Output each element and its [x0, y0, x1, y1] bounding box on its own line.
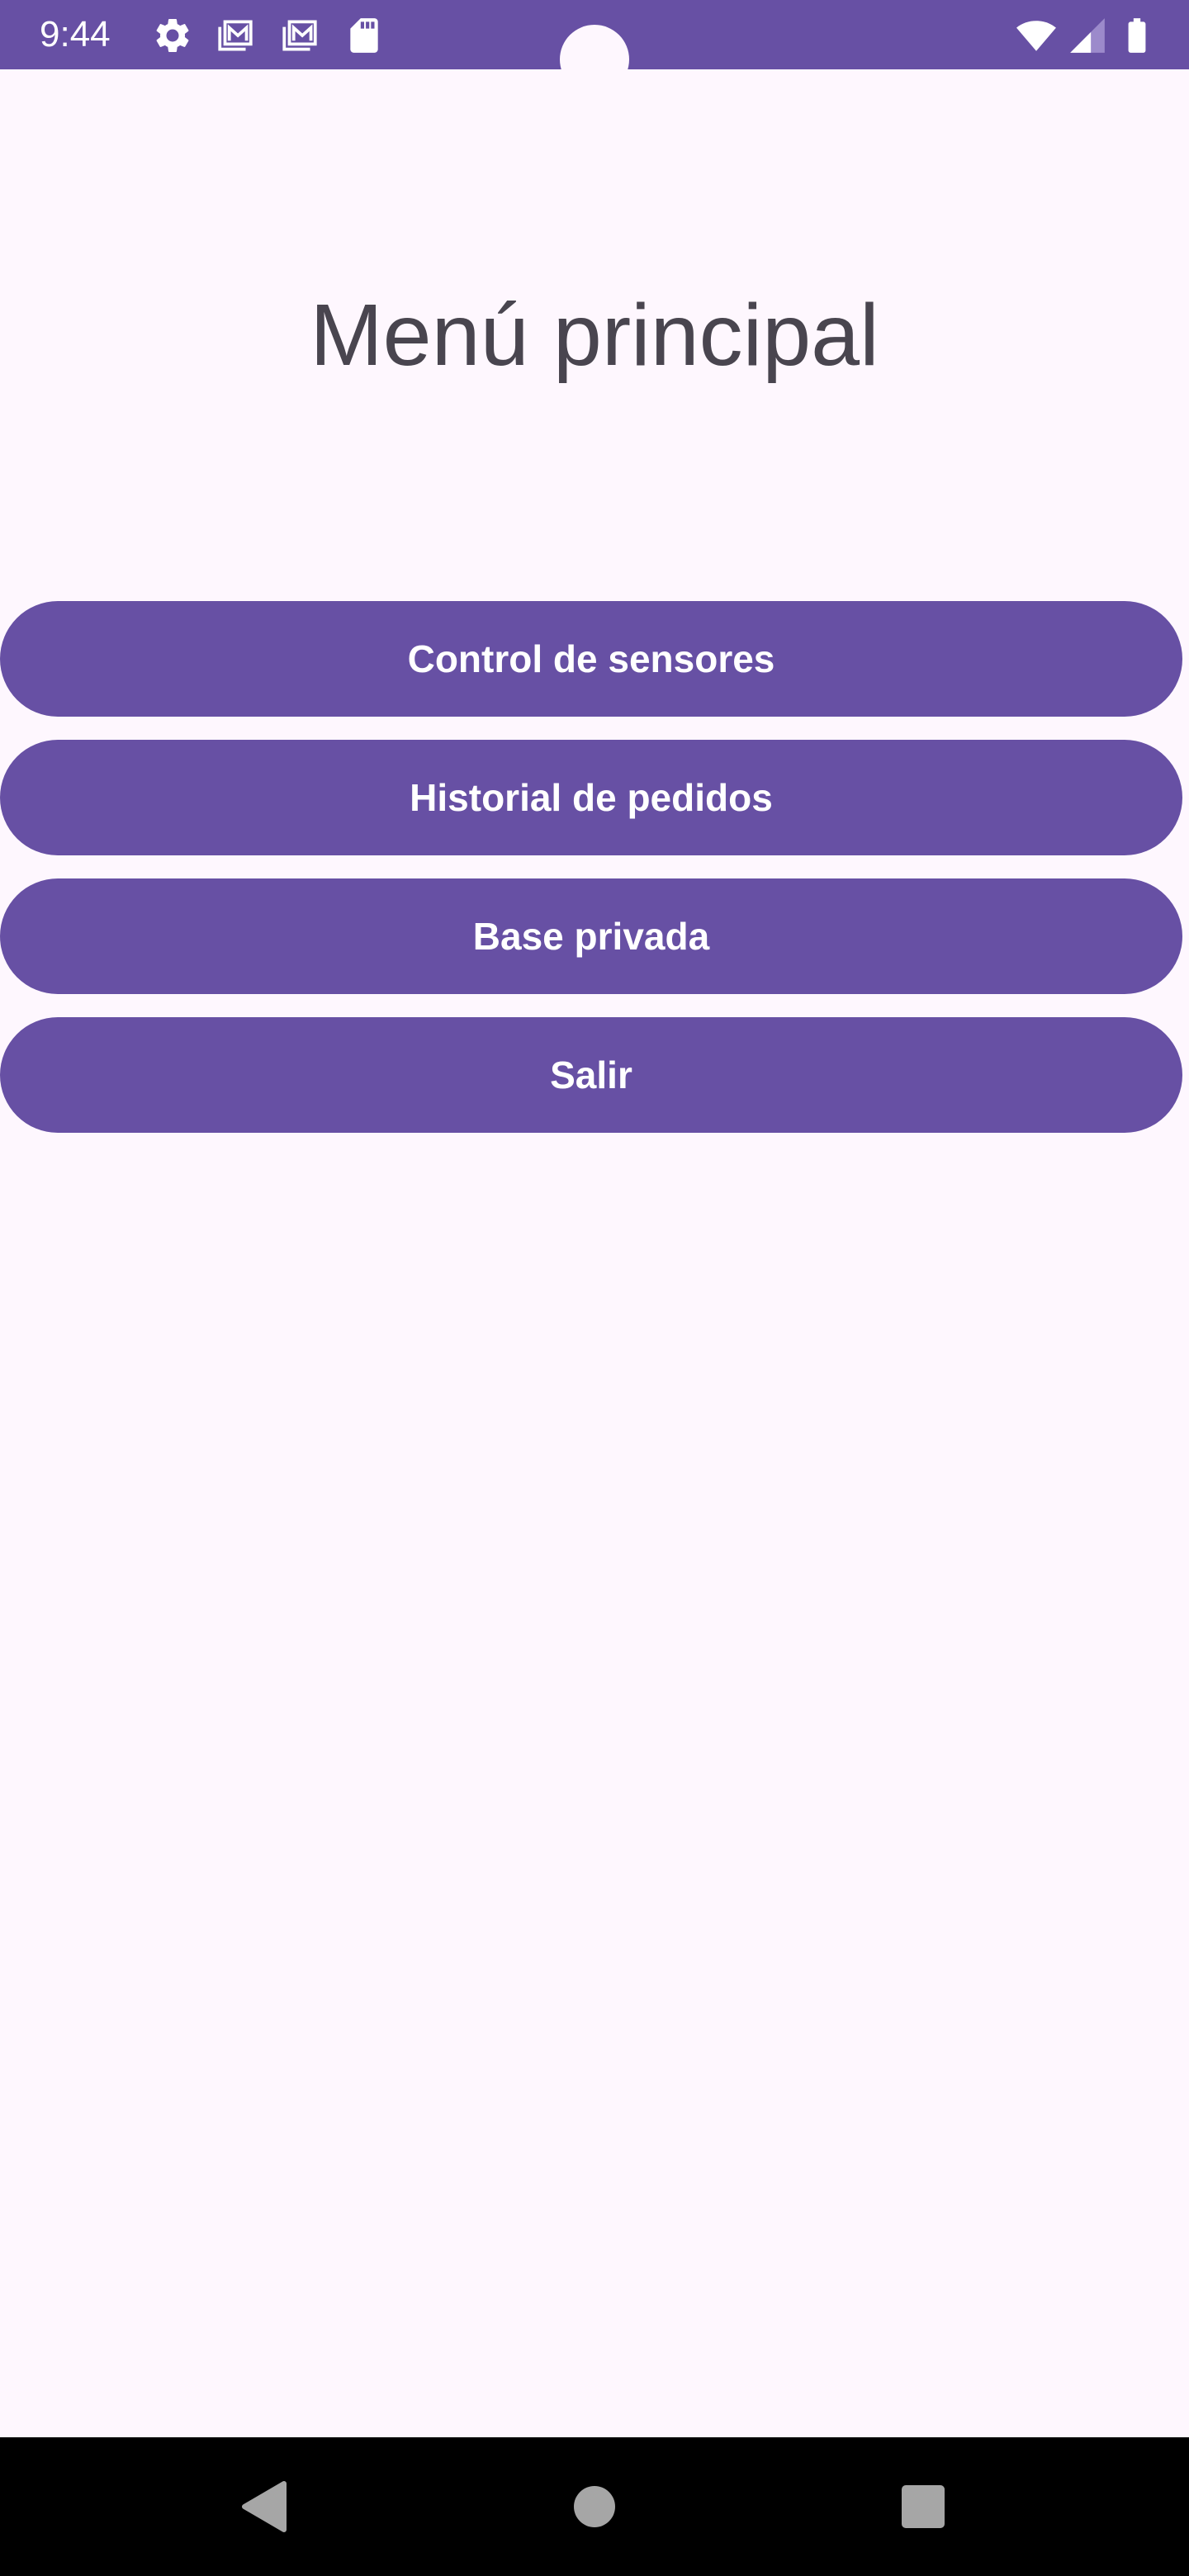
signal-icon	[1067, 15, 1108, 56]
camera-cutout	[560, 25, 629, 94]
back-icon[interactable]	[215, 2457, 314, 2556]
settings-icon	[152, 15, 193, 56]
gmail-icon	[215, 15, 256, 56]
sensor-control-button[interactable]: Control de sensores	[0, 601, 1182, 717]
wifi-icon	[1016, 15, 1057, 56]
screen: 9:44 Menú principal Control de sensores …	[0, 0, 1189, 2576]
status-time: 9:44	[40, 14, 111, 54]
sd-card-icon	[343, 15, 385, 56]
navigation-bar	[0, 2437, 1189, 2576]
home-icon[interactable]	[545, 2457, 644, 2556]
page-title: Menú principal	[310, 286, 879, 384]
recents-icon[interactable]	[874, 2457, 973, 2556]
order-history-button[interactable]: Historial de pedidos	[0, 740, 1182, 855]
exit-button[interactable]: Salir	[0, 1017, 1182, 1133]
private-base-button[interactable]: Base privada	[0, 878, 1182, 994]
gmail-icon	[279, 15, 320, 56]
battery-icon	[1116, 15, 1158, 56]
